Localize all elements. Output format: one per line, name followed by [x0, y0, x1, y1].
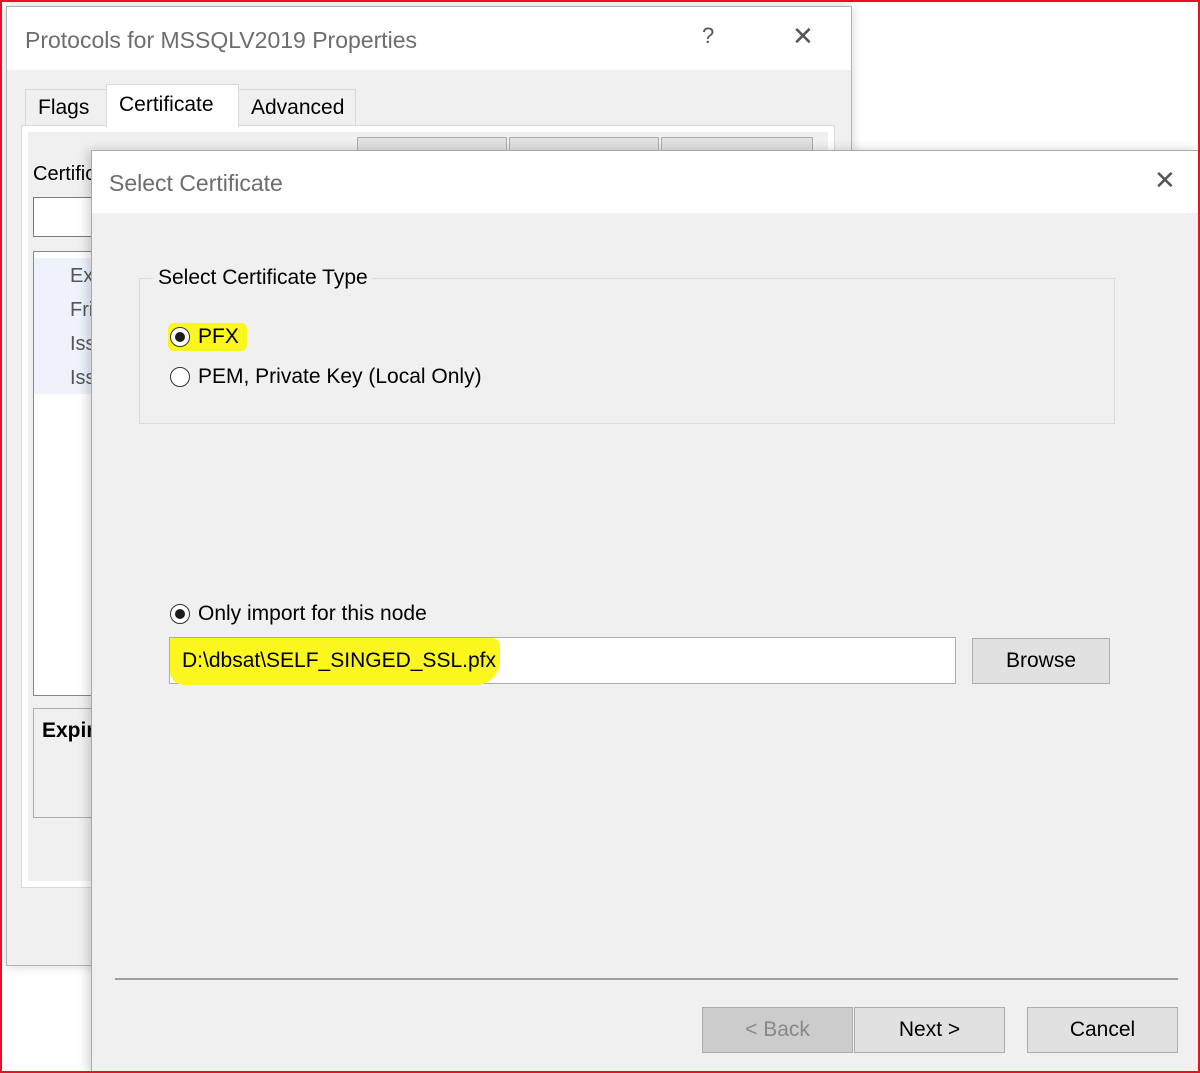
close-icon[interactable]: ✕	[1154, 165, 1176, 196]
back-close-icon[interactable]: ✕	[792, 21, 814, 52]
certificate-label: Certific	[33, 163, 96, 185]
radio-pfx[interactable]: PFX	[168, 323, 247, 351]
radio-unchecked-icon[interactable]	[170, 367, 190, 387]
certificate-path-input[interactable]: D:\dbsat\SELF_SINGED_SSL.pfx	[169, 637, 956, 685]
radio-checked-icon[interactable]	[170, 327, 190, 347]
help-icon[interactable]: ?	[702, 23, 714, 49]
front-dialog-title: Select Certificate	[109, 170, 283, 196]
certificate-type-group	[139, 278, 1115, 424]
select-certificate-dialog: Select Certificate ✕ Select Certificate …	[91, 150, 1200, 1073]
group-title: Select Certificate Type	[154, 266, 372, 290]
front-title-bar: Select Certificate ✕	[92, 151, 1200, 213]
tab-advanced[interactable]: Advanced	[238, 89, 356, 127]
certificate-path-value: D:\dbsat\SELF_SINGED_SSL.pfx	[182, 649, 496, 672]
radio-node-label: Only import for this node	[198, 602, 427, 625]
back-button[interactable]: < Back	[702, 1007, 853, 1053]
radio-pem-label: PEM, Private Key (Local Only)	[198, 365, 482, 388]
expiry-label: Expir	[42, 719, 95, 742]
radio-only-this-node[interactable]: Only import for this node	[170, 602, 427, 626]
next-button[interactable]: Next >	[854, 1007, 1005, 1053]
browse-button[interactable]: Browse	[972, 638, 1110, 684]
cancel-button[interactable]: Cancel	[1027, 1007, 1178, 1053]
radio-checked-icon[interactable]	[170, 604, 190, 624]
radio-pem[interactable]: PEM, Private Key (Local Only)	[170, 365, 482, 389]
separator	[115, 978, 1178, 980]
back-title-bar: Protocols for MSSQLV2019 Properties ? ✕	[7, 7, 851, 70]
back-dialog-title: Protocols for MSSQLV2019 Properties	[25, 27, 418, 53]
radio-pfx-label: PFX	[198, 325, 239, 348]
tab-certificate[interactable]: Certificate	[106, 84, 239, 128]
tab-flags[interactable]: Flags	[25, 89, 107, 127]
